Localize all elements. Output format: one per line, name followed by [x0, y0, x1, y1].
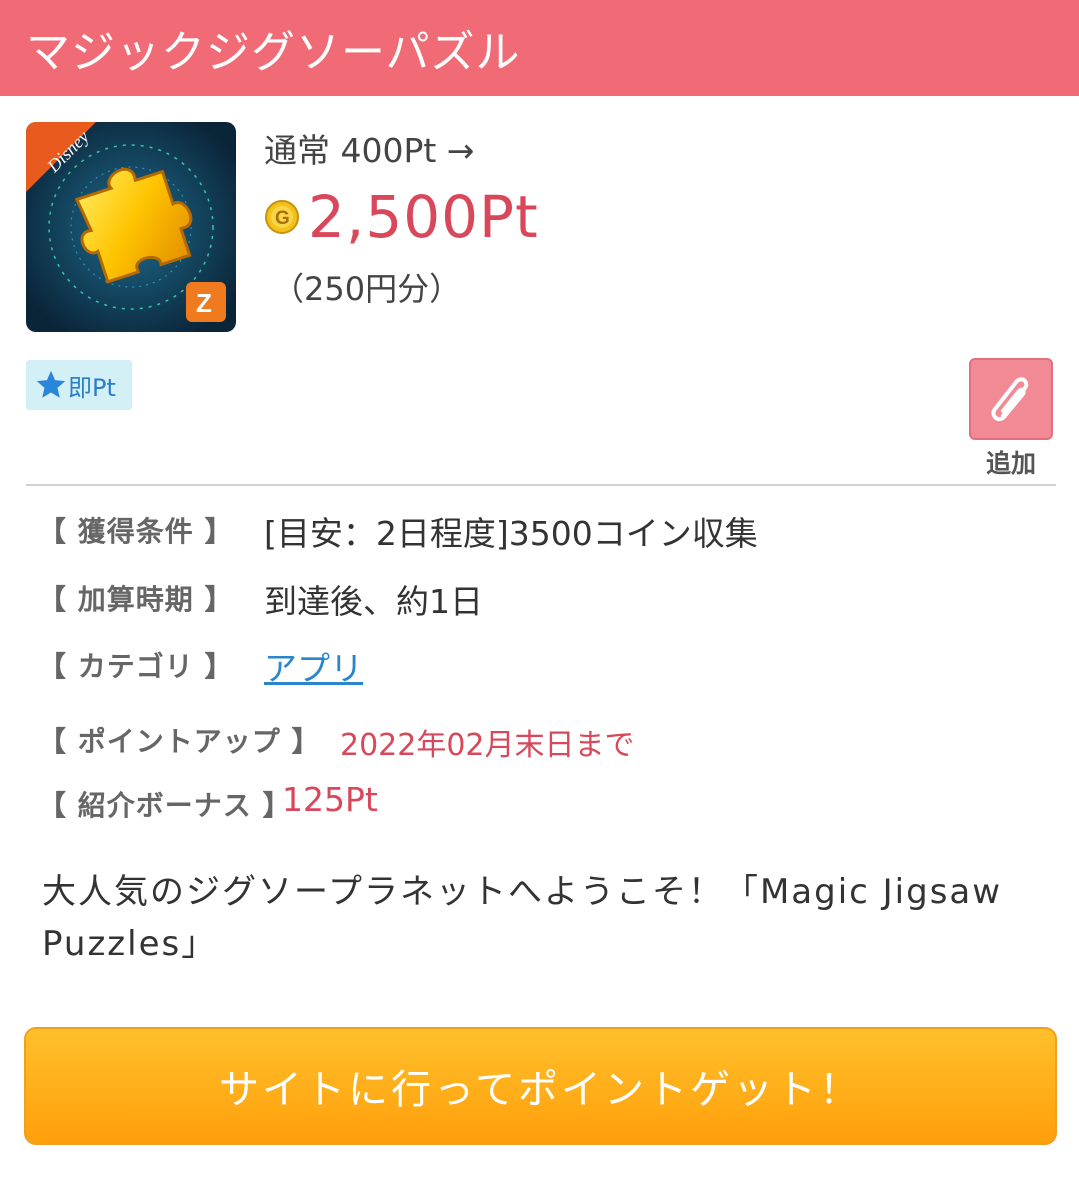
g-coin-icon: G	[265, 200, 299, 234]
go-to-site-button[interactable]: サイトに行ってポイントゲット！	[24, 1027, 1057, 1145]
svg-text:Z: Z	[196, 288, 212, 318]
pointup-label: 【 ポイントアップ 】	[38, 725, 321, 758]
add-label: 追加	[985, 449, 1036, 478]
timing-label: 【 加算時期 】	[38, 583, 234, 616]
yen-value: （250円分）	[272, 270, 462, 308]
description: 大人気のジグソープラネットへようこそ！「Magic Jigsaw Puzzles…	[42, 872, 1003, 964]
category-label: 【 カテゴリ 】	[38, 650, 234, 683]
instant-points-badge: 即Pt	[26, 360, 132, 410]
bonus-label: 【 紹介ボーナス 】	[38, 789, 292, 822]
pointup-value: 2022年02月末日まで	[340, 728, 635, 763]
divider	[26, 484, 1056, 486]
current-price-row: G 2,500Pt	[264, 184, 539, 250]
magic-jigsaw-app-icon: Disney Z	[26, 122, 236, 332]
add-favorite-button[interactable]	[969, 358, 1053, 440]
condition-label: 【 獲得条件 】	[38, 515, 234, 548]
badge-label: 即Pt	[68, 373, 116, 402]
bonus-value: 125Pt	[282, 780, 378, 819]
current-price: 2,500Pt	[308, 183, 539, 251]
svg-text:G: G	[275, 208, 290, 229]
condition-value: [目安：2日程度]3500コイン収集	[264, 514, 758, 553]
star-icon	[36, 370, 66, 398]
timing-value: 到達後、約1日	[264, 582, 483, 621]
app-icon[interactable]: Disney Z	[26, 122, 236, 332]
page-title: マジックジグソーパズル	[0, 0, 1079, 96]
paperclip-icon	[991, 377, 1029, 422]
normal-price: 通常 400Pt →	[264, 131, 475, 170]
category-link[interactable]: アプリ	[264, 642, 363, 690]
